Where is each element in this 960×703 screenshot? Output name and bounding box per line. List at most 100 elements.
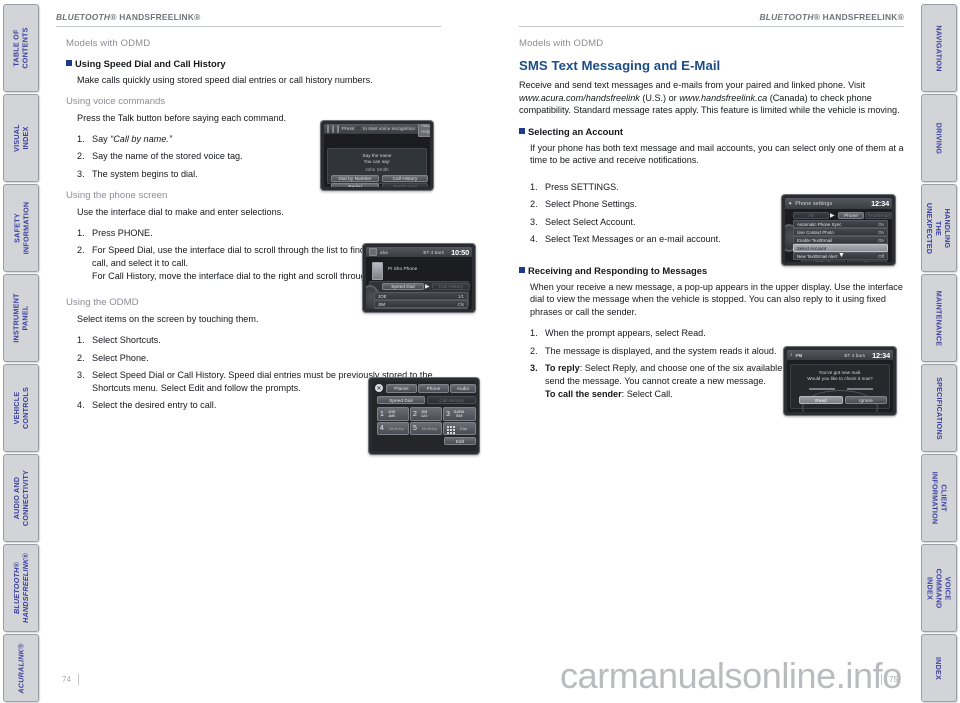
voice-prompt-line-2: You can say:	[363, 159, 391, 164]
sidebar-tab-index[interactable]: INDEX	[921, 634, 957, 702]
entry-value: 1/1	[457, 293, 464, 299]
list-item: Select Shortcuts.	[77, 334, 161, 347]
new-entry-row[interactable]: New Entry	[374, 308, 468, 309]
settings-row-selected[interactable]: Select Account	[793, 244, 888, 252]
phone-tab[interactable]: Phone	[418, 384, 449, 393]
voice-status-bar: Press ⬛ to start voice recognition Voice…	[324, 124, 430, 137]
key-line-2: A/B	[388, 414, 395, 418]
speed-dial-key-5[interactable]: 5 No Entry	[410, 422, 442, 435]
music-note-icon: ♪	[790, 352, 793, 358]
voice-status-text: Press ⬛ to start voice recognition	[342, 126, 416, 131]
list-item: Select Phone.	[77, 352, 149, 365]
speed-dial-key-3[interactable]: 3 SARA 545	[443, 407, 476, 421]
sidebar-tab-driving[interactable]: DRIVING	[921, 94, 957, 182]
voice-recognition-screenshot: Press ⬛ to start voice recognition Voice…	[320, 120, 434, 191]
site-watermark: carmanualsonline.info	[560, 655, 902, 696]
audio-tab[interactable]: Audio	[450, 384, 476, 393]
edit-button[interactable]: Edit	[444, 437, 476, 445]
left-column-content: Models with ODMD Using Speed Dial and Ca…	[66, 38, 456, 421]
key-number: 5	[413, 425, 417, 432]
ok-button[interactable]: OK	[847, 259, 887, 262]
sidebar-tab-safety-information[interactable]: SAFETY INFORMATION	[3, 184, 39, 272]
heading-using-speed-dial: Using Speed Dial and Call History	[66, 58, 456, 69]
intro-part-2: (U.S.) or	[639, 92, 680, 103]
dial-by-number-button[interactable]: Dial by Number	[331, 175, 379, 182]
sidebar-tab-label: VISUAL INDEX	[12, 124, 30, 152]
close-icon[interactable]: ✕	[375, 384, 383, 392]
sidebar-tab-voice-command-index[interactable]: VOICE COMMAND INDEX	[921, 544, 957, 632]
sidebar-tab-specifications[interactable]: SPECIFICATIONS	[921, 364, 957, 452]
list-item: Press SETTINGS.	[530, 181, 619, 194]
key-number: 4	[380, 425, 384, 432]
heading-text: Receiving and Responding to Messages	[528, 264, 708, 276]
sidebar-tab-label: AUDIO AND CONNECTIVITY	[12, 469, 30, 527]
sidebar-tab-client-information[interactable]: CLIENT INFORMATION	[921, 454, 957, 542]
sidebar-tab-audio-and-connectivity[interactable]: AUDIO AND CONNECTIVITY	[3, 454, 39, 542]
speed-dial-tab[interactable]: Speed Dial	[382, 283, 424, 290]
signal-label: BT 4 bars	[423, 249, 445, 255]
sidebar-tab-bluetooth-handsfreelink[interactable]: BLUETOOTH® HANDSFREELINK®	[3, 544, 39, 632]
voice-help-button[interactable]: Voice Help	[418, 124, 430, 137]
redial-button[interactable]: Redial	[331, 183, 379, 187]
speed-dial-tab[interactable]: Speed Dial	[377, 396, 425, 404]
sidebar-tab-label: SAFETY INFORMATION	[12, 201, 30, 255]
text-email-button[interactable]: Text/E-mail	[382, 183, 428, 187]
sidebar-tab-visual-index[interactable]: VISUAL INDEX	[3, 94, 39, 182]
sidebar-tab-instrument-panel[interactable]: INSTRUMENT PANEL	[3, 274, 39, 362]
nav-icon	[332, 125, 334, 133]
speed-dial-key-2[interactable]: 2 JIM 123	[410, 407, 442, 421]
odmd-lead: Select items on the screen by touching t…	[77, 313, 259, 324]
settings-row[interactable]: Use Contact Photo On	[793, 228, 888, 236]
sidebar-tab-label: DRIVING	[934, 122, 944, 154]
dial-keypad-button[interactable]: Dial	[443, 422, 476, 435]
sidebar-tab-handling-the-unexpected[interactable]: HANDLING THE UNEXPECTED	[921, 184, 957, 272]
sidebar-tab-label: BLUETOOTH® HANDSFREELINK®	[12, 553, 30, 623]
settings-row[interactable]: Automatic Phone Sync On	[793, 220, 888, 228]
settings-tab-all[interactable]: All	[793, 212, 829, 219]
sidebar-tab-label: HANDLING THE UNEXPECTED	[925, 202, 953, 254]
call-history-tab[interactable]: Call History	[432, 283, 470, 290]
settings-tab-phone[interactable]: Phone	[838, 212, 864, 219]
speed-dial-key-4[interactable]: 4 No Entry	[377, 422, 409, 435]
speed-dial-key-1[interactable]: 1 JOE A/B	[377, 407, 409, 421]
key-number: 1	[380, 410, 384, 418]
setting-value: On	[878, 229, 884, 235]
setting-label: Automatic Phone Sync	[797, 221, 842, 227]
setting-label: Select Account	[797, 245, 827, 251]
sidebar-tab-label: TABLE OF CONTENTS	[12, 27, 31, 69]
selecting-account-body: If your phone has both text message and …	[530, 142, 904, 166]
ignore-button[interactable]: Ignore	[845, 396, 887, 404]
odmd-screenshot: ✕ Places Phone Audio Speed Dial Call His…	[368, 377, 480, 455]
sidebar-tab-acuralink[interactable]: ACURALINK®	[3, 634, 39, 702]
call-history-tab[interactable]: Call History	[427, 396, 476, 404]
scroll-down-icon[interactable]: ▼	[838, 252, 845, 259]
sidebar-tab-maintenance[interactable]: MAINTENANCE	[921, 274, 957, 362]
newmail-line-1: You've got new mail.	[818, 370, 862, 375]
sidebar-tab-label: NAVIGATION	[934, 24, 944, 72]
to-call-sender-label: To call the sender	[545, 388, 622, 399]
settings-row[interactable]: Enable Text/Email On	[793, 236, 888, 244]
header-rule-left	[56, 26, 441, 27]
to-call-sender-text: : Select Call.	[621, 388, 673, 399]
sidebar-tab-vehicle-controls[interactable]: VEHICLE CONTROLS	[3, 364, 39, 452]
speed-dial-row[interactable]: JOE 1/1	[374, 292, 468, 300]
key-number: 2	[413, 410, 417, 418]
call-history-button[interactable]: Call History	[382, 175, 428, 182]
places-tab[interactable]: Places	[386, 384, 417, 393]
carrier-label: aha	[380, 249, 388, 255]
sidebar-tab-navigation[interactable]: NAVIGATION	[921, 4, 957, 92]
bullet-square-icon	[519, 266, 525, 273]
device-name-label: Pi Sho Phone	[388, 267, 418, 272]
sidebar-tab-table-of-contents[interactable]: TABLE OF CONTENTS	[3, 4, 39, 92]
default-button[interactable]: Default	[801, 259, 845, 262]
running-head-brand: BLUETOOTH®	[56, 12, 117, 22]
phone-clock: 10:50	[451, 247, 469, 257]
heading-text: Using Speed Dial and Call History	[75, 58, 226, 69]
read-button[interactable]: Read	[799, 396, 843, 404]
sidebar-tab-label: INSTRUMENT PANEL	[12, 293, 31, 343]
running-head-product: HANDSFREELINK®	[820, 12, 904, 22]
voice-prompt-name: John Smith	[365, 167, 389, 172]
entry-name: JIM	[378, 301, 386, 307]
settings-tab-text-email[interactable]: Text/Email	[865, 212, 892, 219]
speed-dial-row[interactable]: JIM Cls	[374, 300, 468, 308]
